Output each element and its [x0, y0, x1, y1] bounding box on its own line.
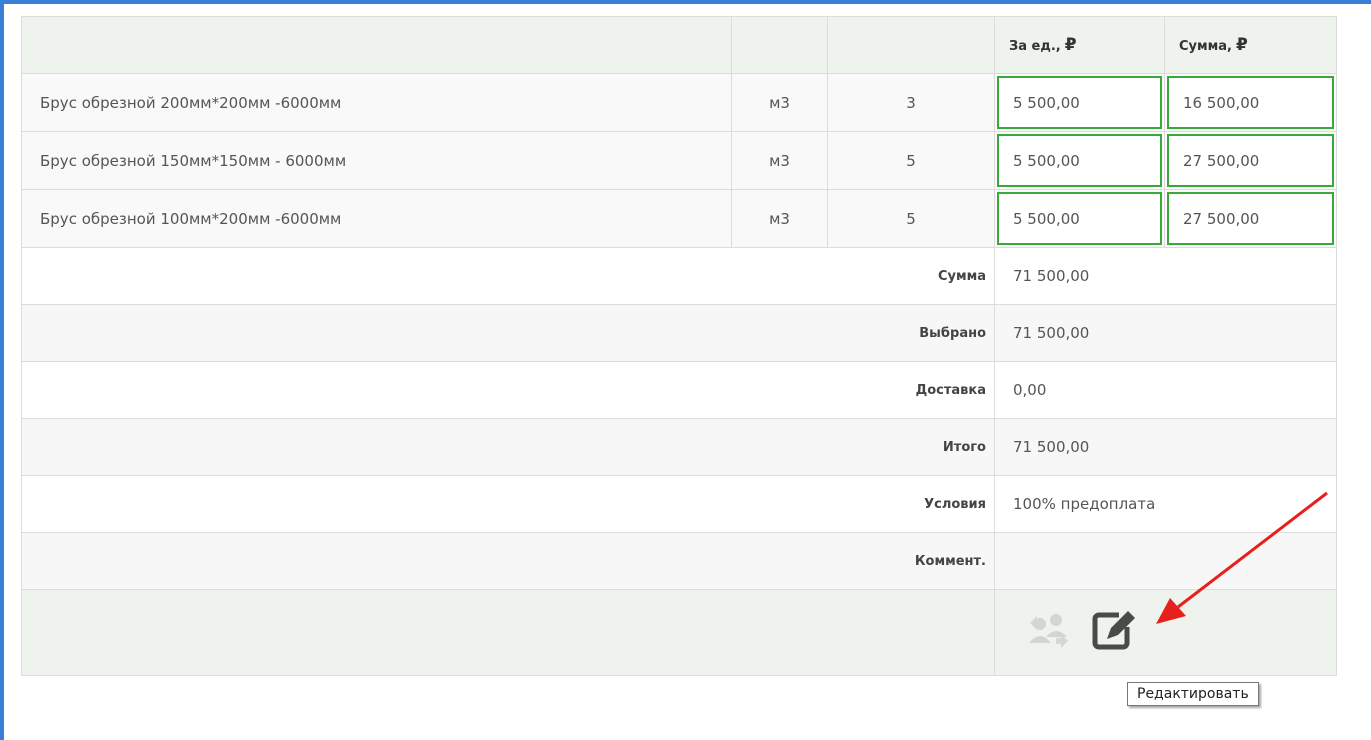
table-header-row: За ед., ₽ Сумма, ₽: [21, 16, 1337, 74]
table-row: Брус обрезной 200мм*200мм -6000мм м3 3 5…: [21, 73, 1337, 132]
summary-value: 100% предоплата: [994, 475, 1337, 533]
item-name: Брус обрезной 150мм*150мм - 6000мм: [21, 131, 732, 190]
item-total-field[interactable]: 16 500,00: [1167, 76, 1334, 129]
users-swap-icon[interactable]: [1025, 609, 1073, 657]
currency-icon: ₽: [1235, 35, 1248, 55]
edit-tooltip: Редактировать: [1127, 682, 1259, 706]
summary-row-sum: Сумма 71 500,00: [21, 247, 1337, 305]
item-name: Брус обрезной 200мм*200мм -6000мм: [21, 73, 732, 132]
header-sum-label: Сумма,: [1179, 39, 1232, 54]
window-frame-top: [0, 0, 1371, 4]
actions-spacer: [21, 589, 995, 676]
item-unit: м3: [731, 73, 828, 132]
item-price-field[interactable]: 5 500,00: [997, 76, 1162, 129]
actions-row: [21, 589, 1337, 676]
currency-icon: ₽: [1064, 35, 1077, 55]
window-frame-left: [0, 0, 4, 740]
header-name: [21, 16, 732, 74]
header-unit: [731, 16, 828, 74]
item-qty: 5: [827, 131, 995, 190]
summary-value: [994, 532, 1337, 590]
summary-label: Итого: [21, 418, 995, 476]
summary-label: Доставка: [21, 361, 995, 419]
summary-value: 71 500,00: [994, 247, 1337, 305]
header-qty: [827, 16, 995, 74]
summary-label: Сумма: [21, 247, 995, 305]
summary-row-delivery: Доставка 0,00: [21, 361, 1337, 419]
summary-value: 0,00: [994, 361, 1337, 419]
summary-row-total: Итого 71 500,00: [21, 418, 1337, 476]
edit-icon[interactable]: [1091, 609, 1143, 657]
header-price: За ед., ₽: [994, 16, 1165, 74]
summary-label: Выбрано: [21, 304, 995, 362]
header-price-label: За ед.,: [1009, 39, 1061, 54]
item-unit: м3: [731, 131, 828, 190]
item-unit: м3: [731, 189, 828, 248]
item-total-field[interactable]: 27 500,00: [1167, 134, 1334, 187]
summary-value: 71 500,00: [994, 304, 1337, 362]
summary-value: 71 500,00: [994, 418, 1337, 476]
item-total-field[interactable]: 27 500,00: [1167, 192, 1334, 245]
table-row: Брус обрезной 100мм*200мм -6000мм м3 5 5…: [21, 189, 1337, 248]
summary-row-terms: Условия 100% предоплата: [21, 475, 1337, 533]
summary-label: Условия: [21, 475, 995, 533]
table-row: Брус обрезной 150мм*150мм - 6000мм м3 5 …: [21, 131, 1337, 190]
item-name: Брус обрезной 100мм*200мм -6000мм: [21, 189, 732, 248]
offer-table: За ед., ₽ Сумма, ₽ Брус обрезной 200мм*200…: [21, 16, 1337, 676]
actions-cell: [994, 589, 1337, 676]
summary-row-comment: Коммент.: [21, 532, 1337, 590]
item-qty: 3: [827, 73, 995, 132]
item-qty: 5: [827, 189, 995, 248]
item-price-field[interactable]: 5 500,00: [997, 192, 1162, 245]
item-price-field[interactable]: 5 500,00: [997, 134, 1162, 187]
summary-row-selected: Выбрано 71 500,00: [21, 304, 1337, 362]
summary-label: Коммент.: [21, 532, 995, 590]
header-sum: Сумма, ₽: [1164, 16, 1337, 74]
